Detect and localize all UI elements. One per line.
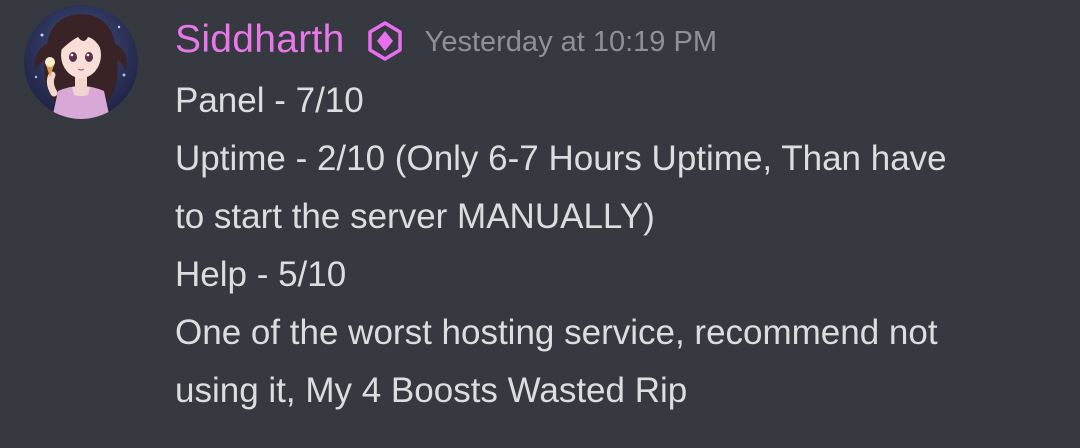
chat-message: Siddharth Yesterday at 10:19 PM Panel - …	[0, 0, 1080, 448]
message-line: Uptime - 2/10 (Only 6-7 Hours Uptime, Th…	[175, 139, 947, 178]
message-timestamp[interactable]: Yesterday at 10:19 PM	[425, 14, 717, 70]
avatar-image	[34, 14, 127, 119]
message-header: Siddharth Yesterday at 10:19 PM	[175, 12, 717, 68]
username[interactable]: Siddharth	[175, 12, 345, 68]
avatar[interactable]	[24, 5, 138, 119]
message-line: Help - 5/10	[175, 255, 347, 294]
message-content: Panel - 7/10 Uptime - 2/10 (Only 6-7 Hou…	[175, 72, 1055, 420]
message-line: using it, My 4 Boosts Wasted Rip	[175, 371, 688, 410]
boost-hexagon-icon[interactable]	[365, 21, 405, 61]
message-line: Panel - 7/10	[175, 81, 364, 120]
message-line: One of the worst hosting service, recomm…	[175, 313, 938, 352]
message-line: to start the server MANUALLY)	[175, 197, 655, 236]
